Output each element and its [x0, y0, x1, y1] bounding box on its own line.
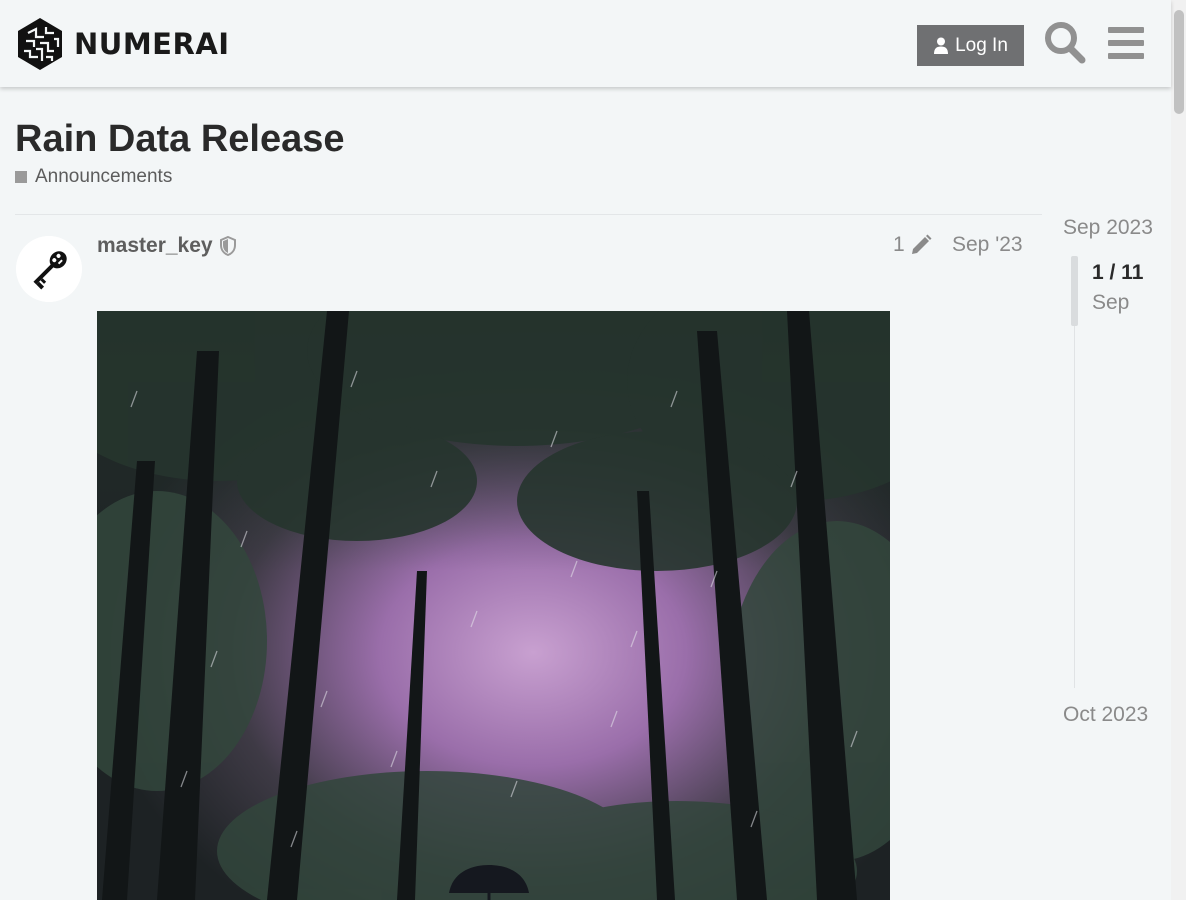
- pencil-icon: [911, 234, 932, 254]
- timeline-start-date[interactable]: Sep 2023: [1063, 216, 1153, 240]
- username-label: master_key: [97, 234, 213, 257]
- search-button[interactable]: [1043, 20, 1087, 66]
- numerai-logo[interactable]: NUMERAI: [16, 17, 230, 71]
- category-label: Announcements: [35, 166, 173, 187]
- search-icon: [1045, 22, 1086, 64]
- site-header: NUMERAI Log In: [0, 0, 1171, 87]
- edit-history-button[interactable]: 1: [893, 233, 933, 257]
- login-button[interactable]: Log In: [917, 25, 1024, 66]
- topic-title[interactable]: Rain Data Release: [15, 118, 345, 161]
- skeleton-key-icon: [16, 236, 82, 302]
- user-avatar[interactable]: [16, 236, 82, 302]
- timeline-post-position: 1 / 11: [1092, 261, 1144, 284]
- timeline-current-month: Sep: [1092, 291, 1130, 314]
- logo-text: NUMERAI: [74, 27, 230, 61]
- post-image[interactable]: [97, 311, 890, 900]
- login-label: Log In: [955, 34, 1008, 56]
- page-scrollbar[interactable]: [1171, 0, 1186, 900]
- timeline-scroller-handle[interactable]: [1071, 256, 1078, 326]
- timeline-end-date[interactable]: Oct 2023: [1063, 703, 1148, 727]
- rain-forest-image: [97, 311, 890, 900]
- post-author[interactable]: master_key: [97, 234, 237, 258]
- user-icon: [934, 37, 949, 54]
- post-date-link[interactable]: Sep '23: [952, 233, 1023, 257]
- edit-count: 1: [893, 233, 905, 256]
- topic-divider: [15, 214, 1042, 215]
- numerai-logo-icon: [18, 18, 62, 70]
- hamburger-menu-button[interactable]: [1106, 24, 1146, 62]
- shield-icon: [219, 236, 236, 256]
- category-color-swatch: [15, 171, 27, 183]
- scrollbar-thumb[interactable]: [1174, 10, 1184, 114]
- hamburger-menu-icon: [1108, 27, 1144, 59]
- category-badge[interactable]: Announcements: [15, 166, 172, 188]
